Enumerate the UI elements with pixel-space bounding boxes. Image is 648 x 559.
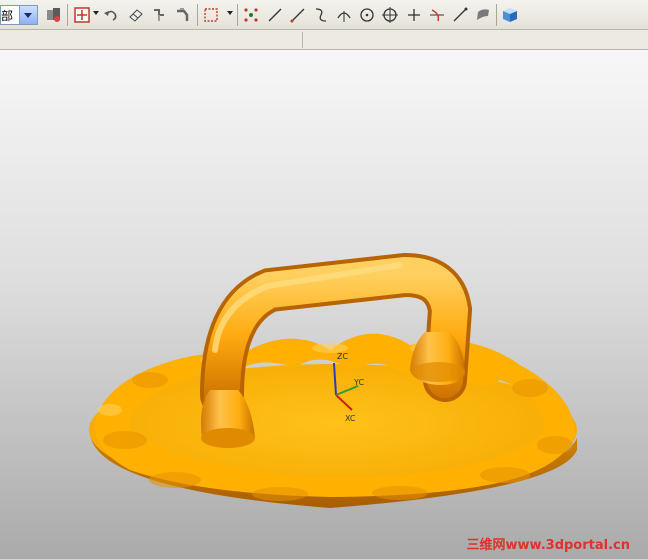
cube-icon[interactable] (500, 5, 520, 25)
chevron-down-icon (24, 13, 32, 18)
selection-filter-value: 部 (1, 9, 14, 23)
selection-filter-dropdown-button[interactable] (19, 6, 37, 24)
toolbar-separator (197, 4, 198, 26)
move-icon[interactable] (149, 5, 169, 25)
point-constructor-icon[interactable] (241, 5, 261, 25)
main-toolbar: 部 (0, 0, 648, 30)
line-angled-icon[interactable] (288, 5, 308, 25)
model-scene (89, 252, 577, 508)
cue-line-bar (0, 30, 648, 50)
yc-axis-label: YC (354, 378, 365, 387)
box-select-icon[interactable] (201, 5, 221, 25)
arc-icon[interactable] (334, 5, 354, 25)
zc-axis-label: ZC (337, 352, 349, 361)
undo-icon[interactable] (101, 5, 121, 25)
toolbar-separator (496, 4, 497, 26)
status-divider (302, 32, 303, 48)
line-slash-icon[interactable] (450, 5, 470, 25)
selection-filter-combo[interactable]: 部 (0, 5, 38, 25)
spline-icon[interactable] (311, 5, 331, 25)
xc-axis-label: XC (345, 414, 356, 423)
circle-icon[interactable] (357, 5, 377, 25)
toolbar-separator (67, 4, 68, 26)
snap-point-icon[interactable] (72, 5, 92, 25)
watermark: 三维网www.3dportal.cn (466, 538, 630, 553)
type-filter-icon[interactable] (44, 5, 64, 25)
surface-icon[interactable] (473, 5, 493, 25)
circle-center-icon[interactable] (380, 5, 400, 25)
point-icon[interactable] (404, 5, 424, 25)
eraser-icon[interactable] (126, 5, 146, 25)
line-icon[interactable] (265, 5, 285, 25)
rotate-icon[interactable] (173, 5, 193, 25)
trim-icon[interactable] (427, 5, 447, 25)
toolbar-separator (237, 4, 238, 26)
graphics-viewport[interactable]: ZC YC XC 三维网www.3dportal.cn (0, 50, 648, 559)
